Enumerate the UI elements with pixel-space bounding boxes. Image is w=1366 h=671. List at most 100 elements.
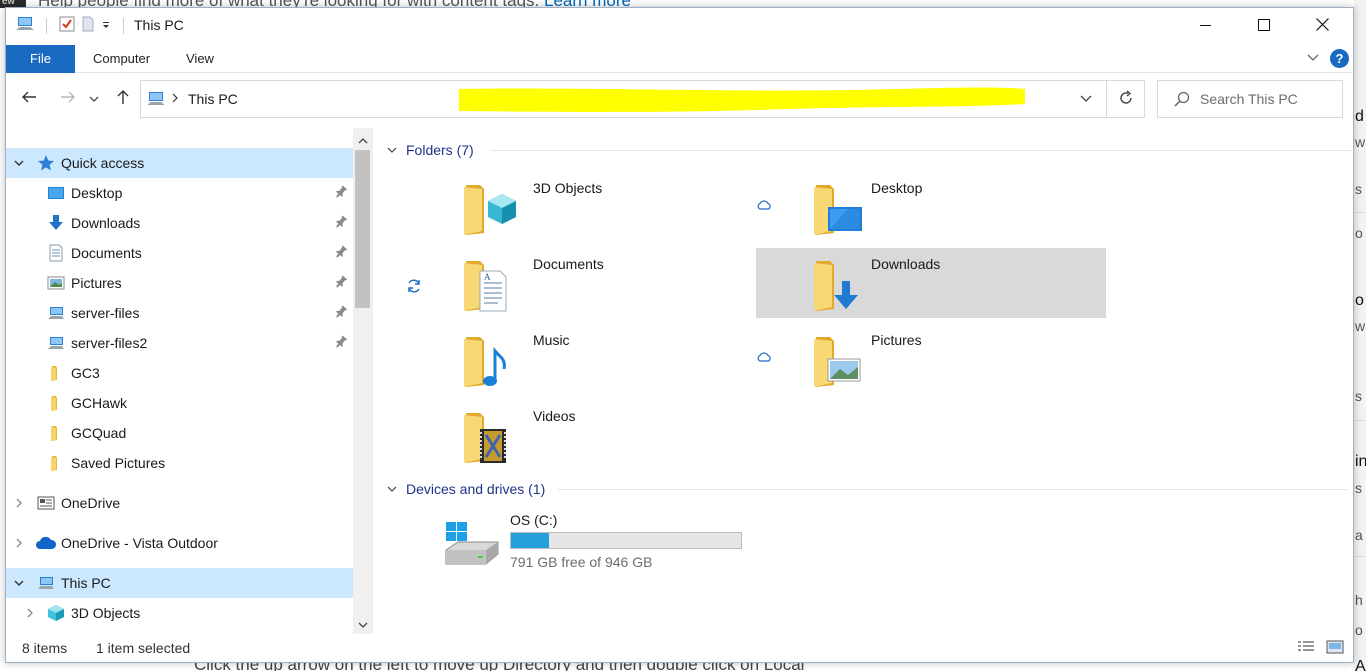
pin-icon <box>335 335 348 352</box>
address-bar[interactable]: This PC <box>140 80 1145 118</box>
documents-folder-icon: A <box>462 255 518 313</box>
refresh-button[interactable] <box>1106 80 1145 118</box>
nav-item-gcquad[interactable]: GCQuad <box>6 418 353 448</box>
background-divider <box>1354 556 1366 557</box>
nav-item-documents[interactable]: Documents <box>6 238 353 268</box>
folder-tile-pictures[interactable]: Pictures <box>756 324 1106 394</box>
help-button[interactable]: ? <box>1330 49 1349 68</box>
up-arrow-icon <box>116 89 130 108</box>
breadcrumb[interactable]: This PC <box>188 91 238 107</box>
properties-icon[interactable] <box>59 16 75 35</box>
nav-item-saved-pictures[interactable]: Saved Pictures <box>6 448 353 478</box>
minimize-button[interactable] <box>1177 8 1235 44</box>
nav-item-3d-objects[interactable]: 3D Objects <box>6 598 353 628</box>
star-icon <box>37 154 55 172</box>
folder-tile-3d-objects[interactable]: 3D Objects <box>396 172 746 242</box>
devices-group-title: Devices and drives (1) <box>406 481 546 497</box>
large-icons-view-icon[interactable] <box>1326 640 1344 657</box>
expand-ribbon-icon[interactable] <box>1306 50 1320 67</box>
nav-item-pictures[interactable]: Pictures <box>6 268 353 298</box>
selection-count: 1 item selected <box>96 640 191 656</box>
chevron-right-icon[interactable] <box>12 536 26 550</box>
folder-label: 3D Objects <box>533 180 603 196</box>
background-fragment: s <box>1355 480 1362 496</box>
close-icon <box>1315 18 1329 34</box>
group-divider <box>558 489 1348 490</box>
pin-icon <box>335 185 348 202</box>
minimize-icon <box>1200 18 1212 34</box>
documents-icon <box>47 244 65 262</box>
folders-group-header[interactable]: Folders (7) <box>386 140 1351 160</box>
group-divider <box>491 150 1351 151</box>
background-fragment: s <box>1355 388 1362 404</box>
address-dropdown-icon[interactable] <box>1079 91 1093 108</box>
folder-icon <box>47 454 65 472</box>
tab-view[interactable]: View <box>186 45 214 73</box>
ribbon-tabs: File Computer View ? <box>6 45 1353 73</box>
nav-item-gc3[interactable]: GC3 <box>6 358 353 388</box>
back-button[interactable] <box>17 86 41 110</box>
folder-tile-desktop[interactable]: Desktop <box>756 172 1106 242</box>
nav-item-this-pc[interactable]: This PC <box>6 568 353 598</box>
background-fragment: w <box>1355 134 1366 150</box>
chevron-right-icon[interactable] <box>23 606 37 620</box>
tab-computer[interactable]: Computer <box>93 45 150 73</box>
chevron-down-icon[interactable] <box>386 481 398 497</box>
nav-item-server-files[interactable]: server-files <box>6 298 353 328</box>
folder-tile-downloads[interactable]: Downloads <box>756 248 1106 318</box>
folder-icon <box>47 394 65 412</box>
nav-item-downloads[interactable]: Downloads <box>6 208 353 238</box>
navigation-bar: This PC <box>6 74 1353 122</box>
nav-item-label: GCHawk <box>71 395 128 411</box>
background-page-right: d w s o o w s in s a h o A <box>1354 0 1366 671</box>
chevron-right-icon[interactable] <box>12 496 26 510</box>
background-page-bottom: Click the up arrow on the left to move u… <box>0 663 1366 671</box>
folder-tile-music[interactable]: Music <box>396 324 746 394</box>
scroll-up-icon[interactable] <box>358 132 368 148</box>
chevron-down-icon[interactable] <box>12 576 26 590</box>
chevron-down-icon[interactable] <box>12 156 26 170</box>
nav-item-quick-access[interactable]: Quick access <box>6 148 353 178</box>
maximize-button[interactable] <box>1235 8 1293 44</box>
nav-item-label: Pictures <box>71 275 122 291</box>
folder-tile-documents[interactable]: A Documents <box>396 248 746 318</box>
drive-tile-os-c[interactable]: OS (C:) 791 GB free of 946 GB <box>444 512 774 572</box>
folder-tile-videos[interactable]: Videos <box>396 400 746 470</box>
devices-group-header[interactable]: Devices and drives (1) <box>386 479 1351 499</box>
breadcrumb-chevron-icon[interactable] <box>171 91 179 108</box>
nav-item-gchawk[interactable]: GCHawk <box>6 388 353 418</box>
nav-item-onedrive[interactable]: OneDrive <box>6 488 353 518</box>
forward-button[interactable] <box>56 86 80 110</box>
drive-label: OS (C:) <box>510 512 558 528</box>
up-button[interactable] <box>111 86 135 110</box>
details-view-icon[interactable] <box>1297 640 1315 657</box>
nav-item-server-files2[interactable]: server-files2 <box>6 328 353 358</box>
search-input[interactable] <box>1198 90 1338 108</box>
nav-item-onedrive-vista-outdoor[interactable]: OneDrive - Vista Outdoor <box>6 528 353 558</box>
customize-toolbar-chevron-icon[interactable] <box>101 18 111 34</box>
nav-pane-scrollbar[interactable] <box>353 128 373 634</box>
sync-icon <box>406 278 422 297</box>
quick-access-toolbar <box>16 16 130 35</box>
scrollbar-thumb[interactable] <box>355 150 370 308</box>
pin-icon <box>335 275 348 292</box>
scroll-down-icon[interactable] <box>358 616 368 632</box>
folder-label: Documents <box>533 256 604 272</box>
new-folder-icon[interactable] <box>81 16 95 35</box>
nav-item-desktop[interactable]: Desktop <box>6 178 353 208</box>
music-folder-icon <box>462 331 518 389</box>
chevron-down-icon <box>89 90 99 106</box>
background-divider <box>1354 212 1366 213</box>
svg-text:A: A <box>484 272 491 282</box>
tab-file[interactable]: File <box>6 45 75 73</box>
nav-item-label: 3D Objects <box>71 605 141 621</box>
search-box[interactable] <box>1157 80 1343 118</box>
folders-group-title: Folders (7) <box>406 142 474 158</box>
pin-icon <box>335 305 348 322</box>
chevron-down-icon[interactable] <box>386 142 398 158</box>
maximize-icon <box>1258 18 1270 34</box>
title-bar[interactable]: This PC <box>6 8 1353 44</box>
search-icon <box>1174 91 1190 110</box>
recent-locations-button[interactable] <box>86 86 102 110</box>
close-button[interactable] <box>1293 8 1351 44</box>
